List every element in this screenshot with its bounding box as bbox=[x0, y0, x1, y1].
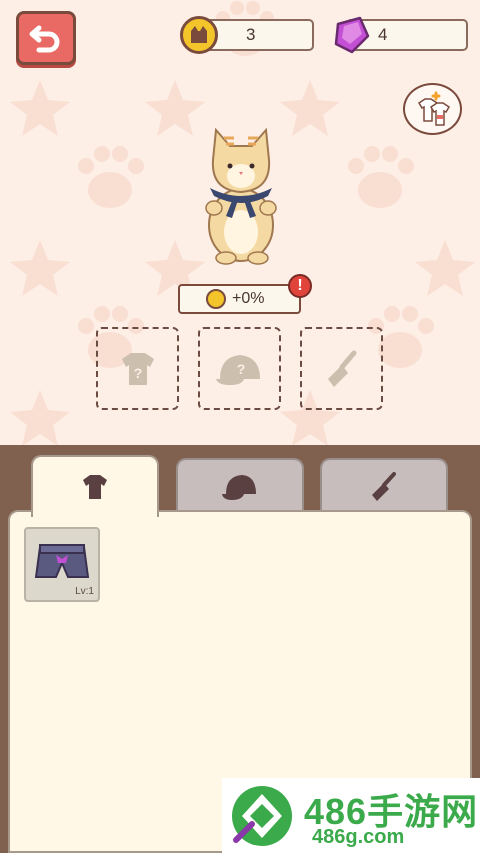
site-logo-icon bbox=[232, 786, 292, 846]
star-decoration bbox=[10, 80, 70, 136]
shirt-slot[interactable]: ? bbox=[96, 327, 179, 410]
hat-slot[interactable]: ? bbox=[198, 327, 281, 410]
cat-coin-icon bbox=[180, 16, 218, 54]
gem-count: 4 bbox=[378, 25, 388, 44]
cap-tab-icon bbox=[222, 475, 256, 500]
svg-text:?: ? bbox=[133, 365, 142, 381]
tool-slot[interactable] bbox=[300, 327, 383, 410]
tab-shirt[interactable] bbox=[31, 455, 159, 517]
back-arrow-icon bbox=[29, 25, 60, 53]
bonus-display: +0% bbox=[178, 284, 301, 314]
svg-text:?: ? bbox=[236, 361, 245, 377]
item-level: Lv:1 bbox=[75, 586, 94, 597]
shirt-placeholder-icon: ? bbox=[121, 352, 154, 385]
cat-character bbox=[205, 127, 277, 265]
bonus-percent: +0% bbox=[232, 290, 265, 307]
tab-hat[interactable] bbox=[176, 458, 304, 514]
watermark-site: 486g.com bbox=[312, 826, 405, 848]
bonus-coin-icon bbox=[206, 289, 226, 309]
outfit-shop-button[interactable] bbox=[403, 83, 462, 135]
tab-tool[interactable] bbox=[320, 458, 448, 514]
shirt-tab-icon bbox=[83, 475, 107, 499]
gem-icon bbox=[334, 16, 370, 54]
spatula-tab-icon bbox=[372, 472, 396, 501]
coin-count: 3 bbox=[246, 25, 256, 44]
alert-badge[interactable]: ! bbox=[288, 274, 312, 298]
shirts-plus-icon bbox=[417, 91, 451, 126]
inventory-item-shorts[interactable]: Lv:1 bbox=[24, 527, 100, 602]
back-button[interactable] bbox=[16, 11, 76, 65]
cap-placeholder-icon: ? bbox=[215, 354, 260, 385]
spatula-placeholder-icon bbox=[327, 350, 356, 387]
